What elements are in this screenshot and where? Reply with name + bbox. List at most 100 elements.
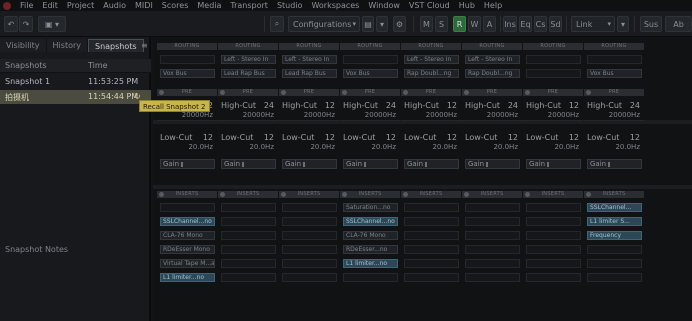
insert-slot[interactable]: Virtual Tape M...ax: [160, 259, 215, 268]
insert-slot[interactable]: Frequency: [587, 231, 642, 240]
routing-input-slot[interactable]: Left - Stereo In: [221, 55, 276, 64]
lowcut-slope[interactable]: 12: [386, 133, 396, 142]
snapshot-row-selected[interactable]: 拍摄机 11:54:44 PM ↻: [0, 90, 151, 104]
gain-slider[interactable]: Gain: [526, 159, 581, 169]
insert-slot[interactable]: [465, 273, 520, 282]
insert-slot[interactable]: [465, 231, 520, 240]
menu-scores[interactable]: Scores: [162, 0, 189, 11]
pre-bypass-icon[interactable]: [281, 90, 286, 95]
insert-slot[interactable]: CLA-76 Mono: [160, 231, 215, 240]
insert-slot[interactable]: [526, 217, 581, 226]
gain-handle[interactable]: [486, 162, 488, 167]
pre-bypass-icon[interactable]: [159, 90, 164, 95]
inserts-bypass-icon[interactable]: [220, 192, 225, 197]
window-layout-button[interactable]: ▣ ▾: [38, 16, 66, 32]
pre-bypass-icon[interactable]: [403, 90, 408, 95]
gain-handle[interactable]: [364, 162, 366, 167]
insert-slot[interactable]: [465, 245, 520, 254]
tab-visibility[interactable]: Visibility: [0, 39, 47, 52]
insert-slot[interactable]: [526, 259, 581, 268]
lowcut-frequency[interactable]: 20.0Hz: [554, 143, 579, 151]
abs-button[interactable]: Ab: [665, 16, 692, 32]
hicut-frequency[interactable]: 20000Hz: [426, 111, 457, 119]
insert-slot[interactable]: [587, 273, 642, 282]
routing-output-slot[interactable]: Vox Bus: [587, 69, 642, 78]
pre-bypass-icon[interactable]: [220, 90, 225, 95]
lowcut-frequency[interactable]: 20.0Hz: [615, 143, 640, 151]
lowcut-slope[interactable]: 12: [264, 133, 274, 142]
lowcut-slope[interactable]: 12: [569, 133, 579, 142]
insert-slot[interactable]: [404, 203, 459, 212]
routing-input-slot[interactable]: Left - Stereo In: [465, 55, 520, 64]
channel-settings-button[interactable]: ⚙: [393, 16, 406, 32]
insert-slot[interactable]: L1 limiter...no: [343, 259, 398, 268]
menu-audio[interactable]: Audio: [103, 0, 126, 11]
lowcut-frequency[interactable]: 20.0Hz: [310, 143, 335, 151]
hicut-slope[interactable]: 24: [508, 101, 518, 110]
hicut-slope[interactable]: 12: [569, 101, 579, 110]
mute-button[interactable]: M: [420, 16, 433, 32]
routing-input-slot[interactable]: [587, 55, 642, 64]
snapshot-row[interactable]: Snapshot 1 11:53:25 PM: [0, 75, 151, 89]
lowcut-frequency[interactable]: 20.0Hz: [371, 143, 396, 151]
routing-output-slot[interactable]: Lead Rap Bus: [282, 69, 337, 78]
lowcut-slope[interactable]: 12: [447, 133, 457, 142]
gain-handle[interactable]: [425, 162, 427, 167]
insert-slot[interactable]: [221, 259, 276, 268]
insert-slot[interactable]: [404, 217, 459, 226]
routing-input-slot[interactable]: [526, 55, 581, 64]
routing-output-slot[interactable]: Vox Bus: [160, 69, 215, 78]
hicut-frequency[interactable]: 20000Hz: [548, 111, 579, 119]
pre-bypass-icon[interactable]: [464, 90, 469, 95]
insert-slot[interactable]: [526, 231, 581, 240]
lowcut-slope[interactable]: 12: [203, 133, 213, 142]
insert-slot[interactable]: [343, 273, 398, 282]
inserts-bypass-icon[interactable]: [403, 192, 408, 197]
lowcut-frequency[interactable]: 20.0Hz: [432, 143, 457, 151]
routing-output-slot[interactable]: Vox Bus: [343, 69, 398, 78]
insert-slot[interactable]: [221, 203, 276, 212]
menu-project[interactable]: Project: [67, 0, 94, 11]
configurations-dropdown[interactable]: Configurations ▾: [288, 16, 360, 32]
config-save-button[interactable]: ▤: [362, 16, 374, 32]
hicut-slope[interactable]: 24: [264, 101, 274, 110]
hicut-slope[interactable]: 24: [630, 101, 640, 110]
routing-output-slot[interactable]: Rap Doubl...ng: [404, 69, 459, 78]
insert-slot[interactable]: Saturation...no: [343, 203, 398, 212]
gain-handle[interactable]: [242, 162, 244, 167]
insert-slot[interactable]: [221, 273, 276, 282]
gain-slider[interactable]: Gain: [221, 159, 276, 169]
insert-slot[interactable]: [404, 231, 459, 240]
insert-slot[interactable]: [282, 203, 337, 212]
inserts-bypass-icon[interactable]: [525, 192, 530, 197]
inserts-bypass-icon[interactable]: [342, 192, 347, 197]
insert-slot[interactable]: SSLChannel...no: [160, 217, 215, 226]
insert-slot[interactable]: [465, 217, 520, 226]
inserts-toggle[interactable]: Ins: [503, 16, 517, 32]
hicut-slope[interactable]: 24: [386, 101, 396, 110]
hicut-slope[interactable]: 12: [325, 101, 335, 110]
routing-input-slot[interactable]: [160, 55, 215, 64]
snapshots-column-header[interactable]: Snapshots: [5, 61, 47, 70]
search-button[interactable]: ⌕: [270, 16, 284, 32]
gain-slider[interactable]: Gain: [465, 159, 520, 169]
inserts-bypass-icon[interactable]: [586, 192, 591, 197]
menu-help[interactable]: Help: [484, 0, 502, 11]
insert-slot[interactable]: [404, 259, 459, 268]
insert-slot[interactable]: [404, 245, 459, 254]
gain-slider[interactable]: Gain: [282, 159, 337, 169]
menu-edit[interactable]: Edit: [42, 0, 58, 11]
lowcut-frequency[interactable]: 20.0Hz: [249, 143, 274, 151]
insert-slot[interactable]: [282, 259, 337, 268]
channel-strip-toggle[interactable]: Cs: [534, 16, 547, 32]
menu-workspaces[interactable]: Workspaces: [311, 0, 359, 11]
pre-bypass-icon[interactable]: [342, 90, 347, 95]
hicut-frequency[interactable]: 20000Hz: [365, 111, 396, 119]
inserts-bypass-icon[interactable]: [281, 192, 286, 197]
hicut-slope[interactable]: 12: [447, 101, 457, 110]
menu-vst-cloud[interactable]: VST Cloud: [409, 0, 450, 11]
pre-bypass-icon[interactable]: [525, 90, 530, 95]
routing-output-slot[interactable]: Rap Doubl...ng: [465, 69, 520, 78]
time-column-header[interactable]: Time: [88, 61, 108, 70]
insert-slot[interactable]: L1 limiter S...: [587, 217, 642, 226]
